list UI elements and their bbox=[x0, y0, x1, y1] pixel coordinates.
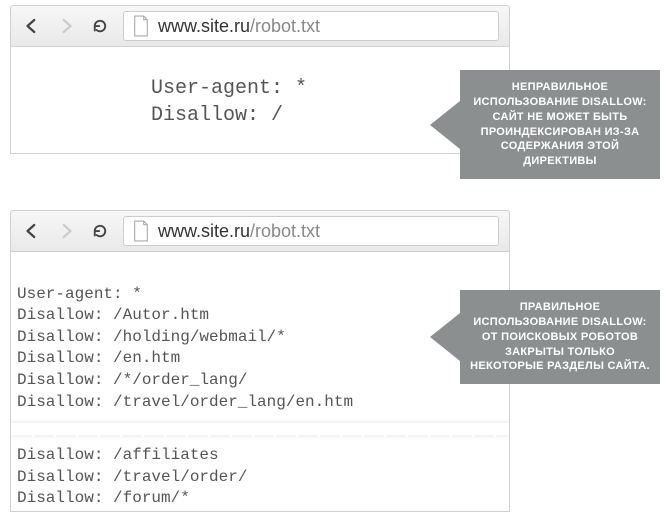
page-icon bbox=[132, 15, 150, 37]
reload-button[interactable] bbox=[89, 15, 111, 37]
url-bar[interactable]: www.site.ru/robot.txt bbox=[123, 11, 499, 41]
reload-button[interactable] bbox=[89, 220, 111, 242]
callout-wrong: НЕПРАВИЛЬНОЕ ИСПОЛЬЗОВАНИЕ DISALLOW: САЙ… bbox=[460, 70, 660, 179]
content-line: Disallow: / bbox=[151, 104, 283, 127]
url-host: www.site.ru bbox=[158, 16, 250, 36]
content-line: Disallow: /affiliates bbox=[17, 446, 219, 464]
content-line: Disallow: /*/order_lang/ bbox=[17, 371, 247, 389]
forward-button[interactable] bbox=[55, 15, 77, 37]
content-line: User-agent: * bbox=[17, 285, 142, 303]
content-line: Disallow: /pages/page/show/269.htm bbox=[17, 511, 343, 512]
robots-content-correct: User-agent: * Disallow: /Autor.htm Disal… bbox=[10, 252, 510, 512]
content-line: User-agent: * bbox=[151, 77, 307, 100]
callout-pointer-icon bbox=[430, 101, 460, 149]
forward-icon bbox=[57, 222, 75, 240]
forward-icon bbox=[57, 17, 75, 35]
content-line: Disallow: /en.htm bbox=[17, 349, 180, 367]
callout-text: ПРАВИЛЬНОЕ ИСПОЛЬЗОВАНИЕ DISALLOW: ОТ ПО… bbox=[470, 301, 650, 372]
url-path: /robot.txt bbox=[250, 221, 320, 241]
back-icon bbox=[23, 222, 41, 240]
content-line: Disallow: /forum/* bbox=[17, 489, 190, 507]
url-path: /robot.txt bbox=[250, 16, 320, 36]
callout-text: НЕПРАВИЛЬНОЕ ИСПОЛЬЗОВАНИЕ DISALLOW: САЙ… bbox=[473, 81, 646, 167]
browser-toolbar: www.site.ru/robot.txt bbox=[10, 5, 510, 47]
callout-pointer-icon bbox=[430, 313, 460, 361]
content-line: Disallow: /travel/order/ bbox=[17, 468, 247, 486]
reload-icon bbox=[91, 17, 109, 35]
browser-toolbar: www.site.ru/robot.txt bbox=[10, 210, 510, 252]
forward-button[interactable] bbox=[55, 220, 77, 242]
back-button[interactable] bbox=[21, 220, 43, 242]
reload-icon bbox=[91, 222, 109, 240]
back-button[interactable] bbox=[21, 15, 43, 37]
url-host: www.site.ru bbox=[158, 221, 250, 241]
tear-edge-icon bbox=[11, 423, 509, 445]
url-bar[interactable]: www.site.ru/robot.txt bbox=[123, 216, 499, 246]
content-line: Disallow: /Autor.htm bbox=[17, 306, 209, 324]
callout-correct: ПРАВИЛЬНОЕ ИСПОЛЬЗОВАНИЕ DISALLOW: ОТ ПО… bbox=[460, 290, 660, 384]
back-icon bbox=[23, 17, 41, 35]
page-icon bbox=[132, 220, 150, 242]
content-line: Disallow: /travel/order_lang/en.htm bbox=[17, 393, 353, 411]
content-line: Disallow: /holding/webmail/* bbox=[17, 328, 286, 346]
